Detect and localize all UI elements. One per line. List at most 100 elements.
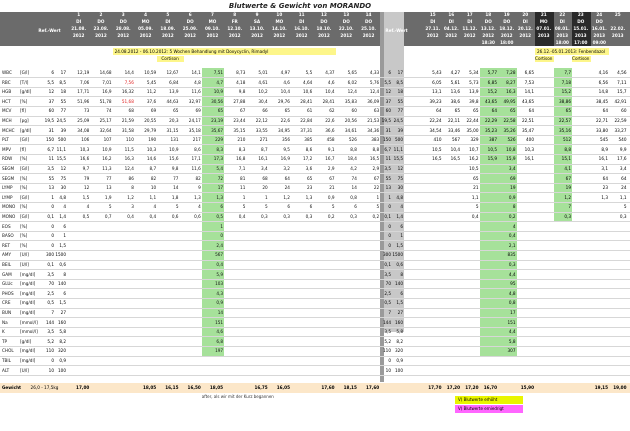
value-cell[interactable] bbox=[313, 222, 335, 232]
value-cell-right[interactable] bbox=[609, 270, 628, 280]
value-cell[interactable] bbox=[135, 298, 157, 308]
row-label[interactable]: PLT bbox=[2, 135, 20, 145]
value-cell-right[interactable] bbox=[443, 241, 462, 251]
weight-ref[interactable]: 26,0 - 17,5kg bbox=[23, 383, 67, 393]
weight-value-right[interactable] bbox=[554, 383, 573, 393]
row-label[interactable]: MCH bbox=[2, 116, 20, 126]
value-cell-right[interactable] bbox=[572, 298, 591, 308]
value-cell-right[interactable] bbox=[554, 298, 573, 308]
value-cell[interactable] bbox=[157, 231, 179, 241]
value-cell-right[interactable] bbox=[609, 327, 628, 337]
value-cell[interactable] bbox=[224, 279, 246, 289]
value-cell-right[interactable] bbox=[535, 164, 554, 174]
value-cell[interactable]: 86 bbox=[113, 174, 135, 184]
row-unit[interactable]: [%] bbox=[20, 241, 42, 251]
value-cell-right[interactable] bbox=[591, 279, 610, 289]
value-cell-right[interactable] bbox=[554, 231, 573, 241]
weight-value-right[interactable]: 17,20 bbox=[461, 383, 480, 393]
value-cell[interactable] bbox=[313, 318, 335, 328]
ref-max-right[interactable]: 320 bbox=[392, 346, 404, 356]
value-cell-right[interactable] bbox=[572, 106, 591, 116]
value-cell-right[interactable] bbox=[424, 222, 443, 232]
ref-min[interactable]: 3,5 bbox=[43, 164, 55, 174]
value-cell[interactable]: 16,8 bbox=[224, 154, 246, 164]
ref-min-right[interactable]: 150 bbox=[380, 135, 392, 145]
value-cell[interactable] bbox=[246, 366, 268, 376]
col-day[interactable]: MO bbox=[535, 18, 554, 25]
value-cell[interactable]: 151 bbox=[202, 318, 224, 328]
value-cell-right[interactable] bbox=[572, 279, 591, 289]
row-label[interactable]: ALT bbox=[2, 366, 20, 376]
value-cell-right[interactable] bbox=[572, 154, 591, 164]
value-cell-right[interactable] bbox=[554, 346, 573, 356]
value-cell[interactable]: 271 bbox=[246, 135, 268, 145]
value-cell[interactable] bbox=[90, 337, 112, 347]
col-date[interactable]: 23.08. bbox=[90, 25, 112, 32]
value-cell[interactable] bbox=[113, 222, 135, 232]
row-label[interactable]: TP bbox=[2, 337, 20, 347]
value-cell-right[interactable] bbox=[517, 174, 536, 184]
value-cell-right[interactable]: 7,7 bbox=[554, 68, 573, 78]
value-cell[interactable] bbox=[90, 222, 112, 232]
value-cell[interactable] bbox=[135, 279, 157, 289]
ref-max-right[interactable]: 1 bbox=[392, 231, 404, 241]
ref-min[interactable]: 0 bbox=[43, 202, 55, 212]
value-cell-right[interactable]: 6,85 bbox=[480, 78, 499, 88]
value-cell[interactable]: 106 bbox=[68, 135, 90, 145]
value-cell[interactable] bbox=[113, 366, 135, 376]
value-cell-right[interactable] bbox=[517, 260, 536, 270]
value-cell[interactable]: 8,3 bbox=[224, 145, 246, 155]
ref-max-right[interactable]: 8 bbox=[392, 270, 404, 280]
value-cell-right[interactable] bbox=[535, 298, 554, 308]
value-cell[interactable]: 16,1 bbox=[246, 154, 268, 164]
value-cell[interactable]: 23,19 bbox=[202, 116, 224, 126]
value-cell[interactable]: 0,4 bbox=[202, 260, 224, 270]
value-cell[interactable] bbox=[68, 270, 90, 280]
value-cell[interactable]: 67 bbox=[358, 174, 380, 184]
value-cell[interactable] bbox=[180, 327, 202, 337]
value-cell[interactable] bbox=[157, 289, 179, 299]
value-cell-right[interactable]: 16,5 bbox=[443, 154, 462, 164]
value-cell[interactable]: 51,78 bbox=[90, 97, 112, 107]
value-cell[interactable] bbox=[224, 356, 246, 366]
value-cell[interactable]: 8,6 bbox=[291, 145, 313, 155]
value-cell[interactable]: 24 bbox=[269, 183, 291, 193]
value-cell[interactable]: 16,9 bbox=[269, 154, 291, 164]
value-cell[interactable]: 9,1 bbox=[313, 145, 335, 155]
ref-max-right[interactable]: 24,5 bbox=[392, 116, 404, 126]
value-cell[interactable] bbox=[336, 250, 358, 260]
value-cell-right[interactable]: 14,1 bbox=[517, 87, 536, 97]
value-cell[interactable] bbox=[157, 308, 179, 318]
value-cell[interactable] bbox=[269, 327, 291, 337]
value-cell-right[interactable] bbox=[591, 346, 610, 356]
row-label[interactable]: Na bbox=[2, 318, 20, 328]
value-cell-right[interactable] bbox=[517, 298, 536, 308]
value-cell[interactable] bbox=[358, 270, 380, 280]
value-cell-right[interactable] bbox=[609, 346, 628, 356]
value-cell[interactable]: 6 bbox=[269, 202, 291, 212]
col-time[interactable] bbox=[535, 39, 554, 46]
value-cell-right[interactable]: 64 bbox=[609, 174, 628, 184]
value-cell-right[interactable]: 3,1 bbox=[591, 164, 610, 174]
weight-value-right[interactable] bbox=[498, 383, 517, 393]
value-cell-right[interactable]: 64 bbox=[517, 106, 536, 116]
value-cell[interactable] bbox=[157, 356, 179, 366]
ref-header[interactable]: Ref.-Wert bbox=[33, 26, 67, 36]
ref-min[interactable]: 31 bbox=[43, 126, 55, 136]
col-day[interactable]: DO bbox=[180, 18, 202, 25]
value-cell[interactable]: 10,9 bbox=[157, 145, 179, 155]
value-cell[interactable] bbox=[68, 346, 90, 356]
value-cell-right[interactable] bbox=[480, 327, 499, 337]
col-day[interactable]: MO bbox=[202, 18, 224, 25]
ref-min[interactable]: 150 bbox=[43, 135, 55, 145]
value-cell[interactable] bbox=[68, 337, 90, 347]
value-cell[interactable] bbox=[313, 260, 335, 270]
value-cell[interactable] bbox=[113, 318, 135, 328]
value-cell[interactable] bbox=[157, 337, 179, 347]
value-cell-right[interactable]: 22,44 bbox=[461, 116, 480, 126]
value-cell[interactable]: 31,15 bbox=[157, 126, 179, 136]
value-cell-right[interactable] bbox=[572, 308, 591, 318]
value-cell[interactable] bbox=[313, 337, 335, 347]
value-cell-right[interactable]: 526 bbox=[498, 135, 517, 145]
value-cell-right[interactable] bbox=[480, 241, 499, 251]
